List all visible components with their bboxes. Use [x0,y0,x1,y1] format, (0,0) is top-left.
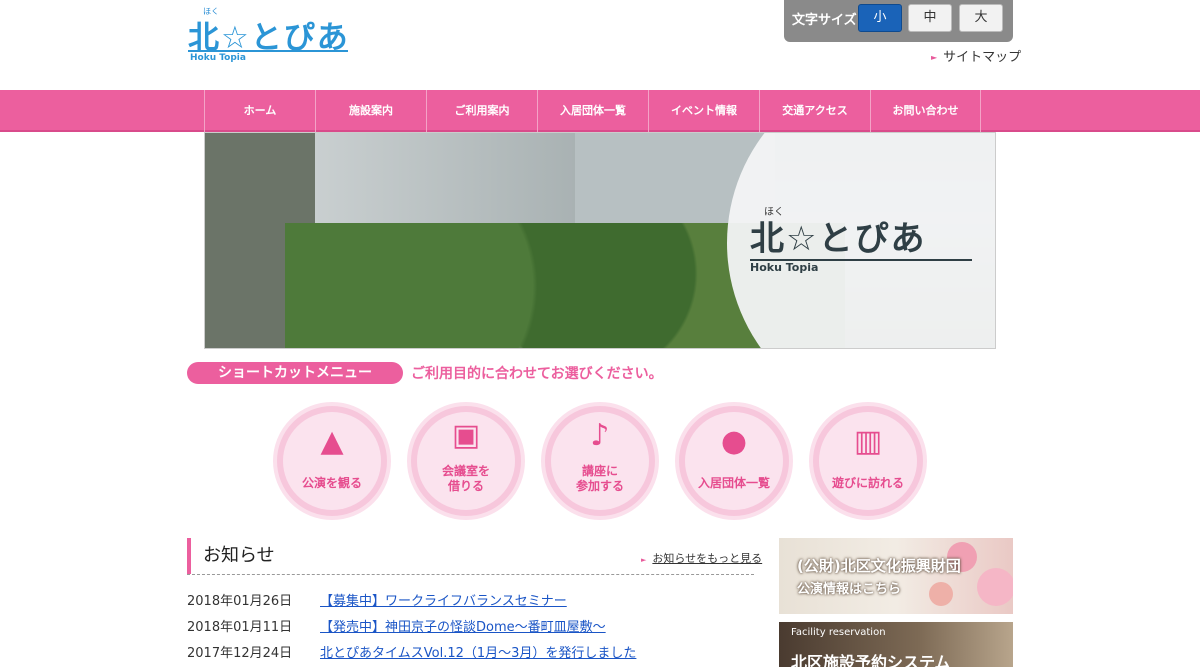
font-size-label: 文字サイズ [792,13,857,28]
nav-item-home[interactable]: ホーム [204,90,315,132]
nav-item-facilities[interactable]: 施設案内 [315,90,426,132]
dance-icon: ♪ [590,418,610,453]
font-size-large-button[interactable]: 大 [959,4,1003,32]
reservation-banner[interactable]: Facility reservation 北区施設予約システム [779,622,1013,667]
nav-item-usage-guide[interactable]: ご利用案内 [426,90,537,132]
font-size-switcher: 文字サイズ 小 中 大 [784,0,1013,42]
hero-logo: ほく 北☆とぴあ Hoku Topia [750,203,980,274]
hero-logo-title: 北☆とぴあ [750,219,927,259]
reservation-banner-subtitle: Facility reservation [791,627,886,638]
shortcut-watch-performance[interactable]: ▲ 公演を観る [273,402,391,520]
news-date: 2017年12月24日 [187,646,293,661]
nav-item-tenants[interactable]: 入居団体一覧 [537,90,648,132]
hero-logo-subtitle: Hoku Topia [750,261,819,274]
news-list: 2018年01月26日 【募集中】ワークライフバランスセミナー 2018年01月1… [187,590,754,667]
reservation-banner-title: 北区施設予約システム [791,653,951,667]
news-more-link[interactable]: ► お知らせをもっと見る [641,550,762,566]
shortcut-label: 遊びに訪れる [831,476,904,490]
shortcut-menu-label: ショートカットメニュー [187,362,403,384]
news-link[interactable]: 北とぴあタイムスVol.12（1月〜3月）を発行しました [320,646,636,661]
shortcut-menu-description: ご利用目的に合わせてお選びください。 [411,366,663,382]
news-heading: お知らせ [203,545,275,566]
nav-item-contact[interactable]: お問い合わせ [870,90,981,132]
sitemap-link[interactable]: ► サイトマップ [931,46,1021,65]
news-link[interactable]: 【発売中】神田京子の怪談Dome〜番町皿屋敷〜 [320,620,606,635]
shortcut-label: 入居団体一覧 [697,476,770,490]
news-date: 2018年01月26日 [187,594,293,609]
foundation-banner-title: (公財)北区文化振興財団 [797,557,961,575]
flower-decoration [929,582,953,606]
building-icon: ▥ [853,424,883,459]
sitemap-arrow-icon: ► [931,53,938,62]
sitemap-label: サイトマップ [943,50,1022,65]
news-item: 2017年12月24日 北とぴあタイムスVol.12（1月〜3月）を発行しました [187,642,754,667]
news-title-accent [187,538,191,574]
logo-subtitle: Hoku Topia [190,53,246,63]
site-logo[interactable]: ほく 北☆とぴあ Hoku Topia [188,6,358,63]
meeting-room-icon: ▣ [451,418,481,453]
font-size-medium-button[interactable]: 中 [908,4,952,32]
logo-underline [188,50,348,52]
page: ほく 北☆とぴあ Hoku Topia 文字サイズ 小 中 大 ► サイトマップ … [0,0,1200,667]
news-item: 2018年01月11日 【発売中】神田京子の怪談Dome〜番町皿屋敷〜 [187,616,754,642]
foundation-banner-subtitle: 公演情報はこちら [797,582,902,597]
shortcut-label: 公演を観る [301,476,362,490]
foundation-banner[interactable]: (公財)北区文化振興財団 公演情報はこちら [779,538,1013,614]
font-size-small-button[interactable]: 小 [858,4,902,32]
news-more-arrow-icon: ► [641,556,647,564]
shortcut-menu: ▲ 公演を観る ▣ 会議室を 借りる ♪ 講座に 参加する ● 入居団体一覧 ▥… [273,402,933,522]
shortcut-rent-meeting-room[interactable]: ▣ 会議室を 借りる [407,402,525,520]
flower-decoration [977,568,1013,606]
news-more-label: お知らせをもっと見る [652,552,763,565]
stage-icon: ▲ [320,424,344,459]
news-item: 2018年01月26日 【募集中】ワークライフバランスセミナー [187,590,754,616]
news-link[interactable]: 【募集中】ワークライフバランスセミナー [320,594,567,609]
shortcut-visit[interactable]: ▥ 遊びに訪れる [809,402,927,520]
news-divider [187,574,754,575]
shortcut-join-course[interactable]: ♪ 講座に 参加する [541,402,659,520]
nav-item-access[interactable]: 交通アクセス [759,90,870,132]
shortcut-tenant-list[interactable]: ● 入居団体一覧 [675,402,793,520]
shortcut-label: 会議室を 借りる [441,464,490,493]
person-icon: ● [720,424,748,459]
shortcut-label: 講座に 参加する [575,464,624,493]
global-nav: ホーム 施設案内 ご利用案内 入居団体一覧 イベント情報 交通アクセス お問い合… [0,90,1200,132]
hero-image: ほく 北☆とぴあ Hoku Topia [204,132,996,349]
news-date: 2018年01月11日 [187,620,293,635]
nav-item-events[interactable]: イベント情報 [648,90,759,132]
